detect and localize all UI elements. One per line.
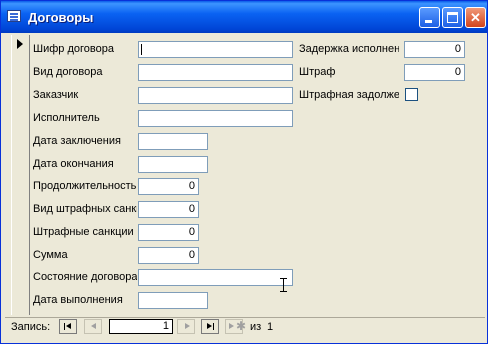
label-execution-delay: Задержка исполнения: [299, 43, 399, 55]
contract-status-field[interactable]: [138, 269, 293, 286]
access-form-window: Договоры ✕ Шифр договора Вид договора За…: [0, 0, 488, 344]
form-detail-section: Шифр договора Вид договора Заказчик Испо…: [5, 33, 485, 315]
next-record-icon: [185, 323, 190, 329]
fine-field[interactable]: 0: [404, 64, 465, 81]
new-record-arrow-icon: [229, 323, 234, 329]
label-conclusion-date: Дата заключения: [33, 135, 121, 147]
label-completion-date: Дата выполнения: [33, 294, 123, 306]
maximize-icon: [447, 12, 458, 23]
previous-record-button[interactable]: [84, 319, 102, 334]
total-records: 1: [267, 321, 274, 333]
label-fine: Штраф: [299, 66, 336, 78]
label-penalties: Штрафные санкции: [33, 226, 134, 238]
maximize-button[interactable]: [442, 7, 463, 28]
last-record-button[interactable]: [201, 319, 219, 334]
label-contract-type: Вид договора: [33, 66, 103, 78]
close-icon: ✕: [470, 10, 481, 25]
i-beam-cursor-icon: [280, 278, 288, 292]
text-caret: [141, 44, 142, 55]
minimize-button[interactable]: [419, 7, 440, 28]
next-record-button[interactable]: [177, 319, 195, 334]
label-contract-code: Шифр договора: [33, 43, 114, 55]
label-duration: Продолжительность: [33, 180, 137, 192]
new-record-star-icon: ✱: [236, 319, 247, 333]
contract-type-field[interactable]: [138, 64, 293, 81]
close-button[interactable]: ✕: [465, 7, 486, 28]
completion-date-field[interactable]: [138, 292, 208, 309]
of-label: из: [250, 321, 262, 333]
label-penalty-type: Вид штрафных санкций: [33, 203, 137, 215]
end-date-field[interactable]: [138, 156, 208, 173]
previous-record-icon: [91, 323, 96, 329]
amount-field[interactable]: 0: [138, 247, 199, 264]
last-record-bar: [213, 323, 214, 330]
contractor-field[interactable]: [138, 110, 293, 127]
record-selector-arrow-icon: [17, 39, 23, 49]
minimize-icon: [425, 20, 432, 23]
title-bar[interactable]: Договоры ✕: [1, 1, 487, 33]
last-record-icon: [207, 323, 212, 329]
new-record-button[interactable]: ✱: [225, 319, 247, 334]
current-record-input[interactable]: 1: [109, 319, 173, 334]
record-selector[interactable]: [11, 35, 30, 315]
record-label: Запись:: [11, 321, 51, 333]
penalty-type-field[interactable]: 0: [138, 201, 199, 218]
label-penalty-debt: Штрафная задолженность: [299, 89, 399, 101]
record-navigation-bar: Запись: 1 ✱ из 1: [5, 317, 485, 338]
execution-delay-field[interactable]: 0: [404, 41, 465, 58]
customer-field[interactable]: [138, 87, 293, 104]
contract-code-field[interactable]: [138, 41, 293, 58]
penalties-field[interactable]: 0: [138, 224, 199, 241]
penalty-debt-checkbox[interactable]: [405, 88, 418, 101]
first-record-button[interactable]: [59, 319, 77, 334]
window-title: Договоры: [28, 10, 94, 25]
conclusion-date-field[interactable]: [138, 133, 208, 150]
label-contractor: Исполнитель: [33, 112, 100, 124]
duration-field[interactable]: 0: [138, 178, 199, 195]
form-icon[interactable]: [7, 10, 21, 22]
label-customer: Заказчик: [33, 89, 79, 101]
label-contract-status: Состояние договора: [33, 271, 137, 283]
label-amount: Сумма: [33, 249, 68, 261]
first-record-arrow: [66, 323, 71, 329]
label-end-date: Дата окончания: [33, 158, 114, 170]
first-record-icon: [64, 323, 65, 330]
